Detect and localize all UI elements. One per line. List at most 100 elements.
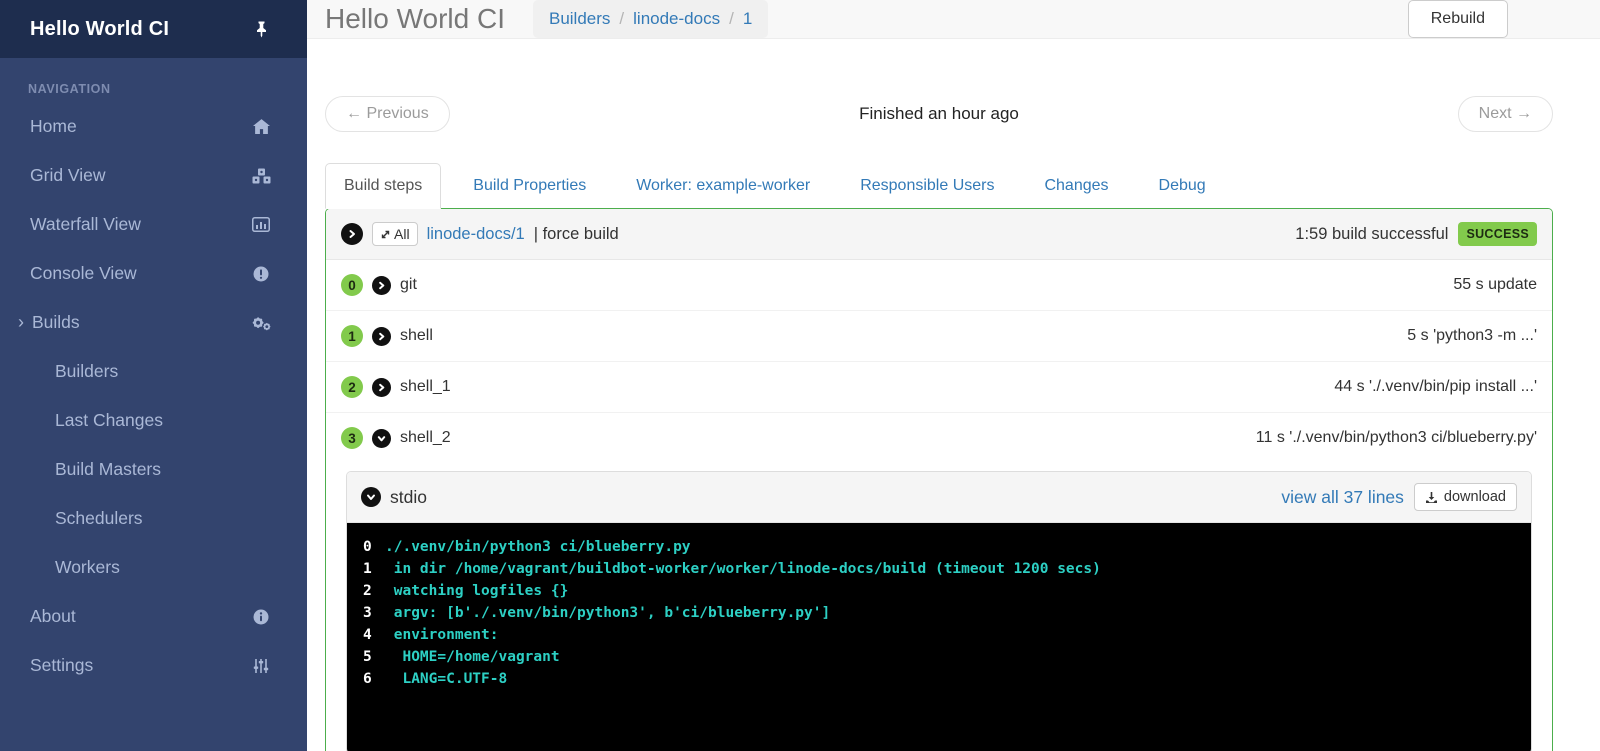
cubes-icon bbox=[251, 167, 271, 184]
sidebar-item-last-changes[interactable]: Last Changes bbox=[0, 396, 307, 445]
step-detail: 55 s update bbox=[1453, 276, 1537, 293]
stdio-terminal[interactable]: 0 ./.venv/bin/python3 ci/blueberry.py 1 i… bbox=[347, 523, 1531, 751]
sidebar-subitem-label: Builders bbox=[55, 361, 119, 381]
stdio-header: stdio view all 37 lines download bbox=[347, 472, 1531, 523]
step-detail: 5 s 'python3 -m ...' bbox=[1407, 327, 1537, 344]
log-line: 5 HOME=/home/vagrant bbox=[363, 646, 1515, 668]
build-steps-panel: All linode-docs/1 | force build 1:59 bui… bbox=[325, 208, 1553, 751]
sidebar-item-schedulers[interactable]: Schedulers bbox=[0, 494, 307, 543]
sidebar-item-builders[interactable]: Builders bbox=[0, 347, 307, 396]
step-name: shell_2 bbox=[400, 429, 451, 446]
sidebar: Hello World CI NAVIGATION Home Grid View… bbox=[0, 0, 307, 751]
chevron-down-icon[interactable] bbox=[361, 487, 381, 507]
log-line-number: 0 bbox=[363, 539, 372, 555]
gears-icon bbox=[251, 314, 271, 331]
sidebar-item-waterfall-view[interactable]: Waterfall View bbox=[0, 200, 307, 249]
view-all-lines-link[interactable]: view all 37 lines bbox=[1281, 487, 1404, 508]
content: Finished an hour ago ← Previous Next → B… bbox=[307, 39, 1600, 751]
build-link[interactable]: linode-docs/1 bbox=[427, 225, 525, 244]
sidebar-item-build-masters[interactable]: Build Masters bbox=[0, 445, 307, 494]
log-line-number: 1 bbox=[363, 561, 372, 577]
log-line-text: environment: bbox=[385, 627, 499, 643]
build-summary-row: All linode-docs/1 | force build 1:59 bui… bbox=[326, 209, 1552, 260]
build-duration-status: 1:59 build successful bbox=[1295, 224, 1449, 243]
breadcrumb-builders-link[interactable]: Builders bbox=[549, 9, 610, 29]
sidebar-subitem-label: Build Masters bbox=[55, 459, 162, 479]
step-name: shell_1 bbox=[400, 378, 451, 395]
bar-chart-icon bbox=[251, 216, 271, 233]
log-line-text: watching logfiles {} bbox=[385, 583, 569, 599]
next-build-button[interactable]: Next → bbox=[1457, 96, 1553, 132]
log-line-number: 3 bbox=[363, 605, 372, 621]
sidebar-item-workers[interactable]: Workers bbox=[0, 543, 307, 592]
log-line: 6 LANG=C.UTF-8 bbox=[363, 668, 1515, 690]
sidebar-item-settings[interactable]: Settings bbox=[0, 641, 307, 690]
sidebar-item-builds[interactable]: › Builds bbox=[0, 298, 307, 347]
sidebar-item-home[interactable]: Home bbox=[0, 102, 307, 151]
breadcrumb-separator: / bbox=[729, 9, 734, 28]
step-row-shell-1[interactable]: 2 shell_1 44 s './.venv/bin/pip install … bbox=[326, 362, 1552, 413]
breadcrumb-builder-link[interactable]: linode-docs bbox=[633, 9, 720, 29]
step-row-shell[interactable]: 1 shell 5 s 'python3 -m ...' bbox=[326, 311, 1552, 362]
chevron-right-icon[interactable] bbox=[372, 377, 391, 397]
tab-changes[interactable]: Changes bbox=[1026, 163, 1126, 209]
tab-bar: Build steps Build Properties Worker: exa… bbox=[325, 163, 1553, 209]
step-number-badge: 2 bbox=[341, 376, 363, 398]
stdio-card: stdio view all 37 lines download 0 ./.ve… bbox=[346, 471, 1532, 751]
pin-icon[interactable] bbox=[251, 21, 271, 38]
expand-all-label: All bbox=[394, 226, 410, 242]
nav-section-label: NAVIGATION bbox=[28, 82, 111, 96]
chevron-right-icon[interactable] bbox=[372, 275, 391, 295]
log-line-number: 5 bbox=[363, 649, 372, 665]
exclamation-circle-icon bbox=[251, 265, 271, 282]
step-detail: 11 s './.venv/bin/python3 ci/blueberry.p… bbox=[1255, 429, 1537, 446]
expand-all-button[interactable]: All bbox=[372, 222, 418, 246]
previous-build-button[interactable]: ← Previous bbox=[325, 96, 450, 132]
log-line: 2 watching logfiles {} bbox=[363, 580, 1515, 602]
log-line-number: 6 bbox=[363, 671, 372, 687]
sidebar-subitem-label: Workers bbox=[55, 557, 120, 577]
step-row-git[interactable]: 0 git 55 s update bbox=[326, 260, 1552, 311]
log-line: 1 in dir /home/vagrant/buildbot-worker/w… bbox=[363, 558, 1515, 580]
sidebar-item-label: Grid View bbox=[30, 165, 106, 185]
stdio-region: stdio view all 37 lines download 0 ./.ve… bbox=[326, 463, 1552, 751]
build-reason: | force build bbox=[533, 224, 619, 243]
step-name: git bbox=[400, 276, 417, 293]
step-row-shell-2[interactable]: 3 shell_2 11 s './.venv/bin/python3 ci/b… bbox=[326, 413, 1552, 463]
topbar: Hello World CI Builders / linode-docs / … bbox=[307, 0, 1600, 39]
rebuild-button[interactable]: Rebuild bbox=[1407, 0, 1508, 38]
build-finished-status: Finished an hour ago bbox=[859, 104, 1019, 123]
tab-build-properties[interactable]: Build Properties bbox=[455, 163, 604, 209]
breadcrumb: Builders / linode-docs / 1 bbox=[532, 0, 769, 38]
chevron-down-icon[interactable] bbox=[372, 428, 391, 448]
collapse-toggle-icon[interactable] bbox=[341, 223, 363, 245]
sidebar-subitem-label: Schedulers bbox=[55, 508, 143, 528]
home-icon bbox=[251, 118, 271, 135]
log-line-number: 4 bbox=[363, 627, 372, 643]
sidebar-item-label: Builds bbox=[32, 312, 80, 332]
log-line-text: LANG=C.UTF-8 bbox=[385, 671, 508, 687]
tab-debug[interactable]: Debug bbox=[1141, 163, 1224, 209]
step-number-badge: 1 bbox=[341, 325, 363, 347]
log-line: 0 ./.venv/bin/python3 ci/blueberry.py bbox=[363, 536, 1515, 558]
breadcrumb-buildnum-link[interactable]: 1 bbox=[743, 9, 752, 29]
sidebar-item-about[interactable]: About bbox=[0, 592, 307, 641]
breadcrumb-separator: / bbox=[619, 9, 625, 28]
step-detail: 44 s './.venv/bin/pip install ...' bbox=[1334, 378, 1537, 395]
sidebar-item-label: About bbox=[30, 606, 76, 626]
build-nav-row: Finished an hour ago ← Previous Next → bbox=[325, 95, 1553, 133]
chevron-right-icon[interactable] bbox=[372, 326, 391, 346]
log-line-text: in dir /home/vagrant/buildbot-worker/wor… bbox=[385, 561, 1101, 577]
sidebar-item-label: Waterfall View bbox=[30, 214, 141, 234]
info-circle-icon bbox=[251, 608, 271, 625]
sidebar-item-grid-view[interactable]: Grid View bbox=[0, 151, 307, 200]
tab-worker[interactable]: Worker: example-worker bbox=[618, 163, 828, 209]
sidebar-header: Hello World CI bbox=[0, 0, 307, 58]
tab-build-steps[interactable]: Build steps bbox=[325, 163, 442, 209]
sidebar-item-console-view[interactable]: Console View bbox=[0, 249, 307, 298]
page-title: Hello World CI bbox=[325, 3, 505, 34]
tab-responsible-users[interactable]: Responsible Users bbox=[842, 163, 1012, 209]
download-button[interactable]: download bbox=[1413, 483, 1517, 511]
step-number-badge: 3 bbox=[341, 427, 363, 449]
log-line-number: 2 bbox=[363, 583, 372, 599]
